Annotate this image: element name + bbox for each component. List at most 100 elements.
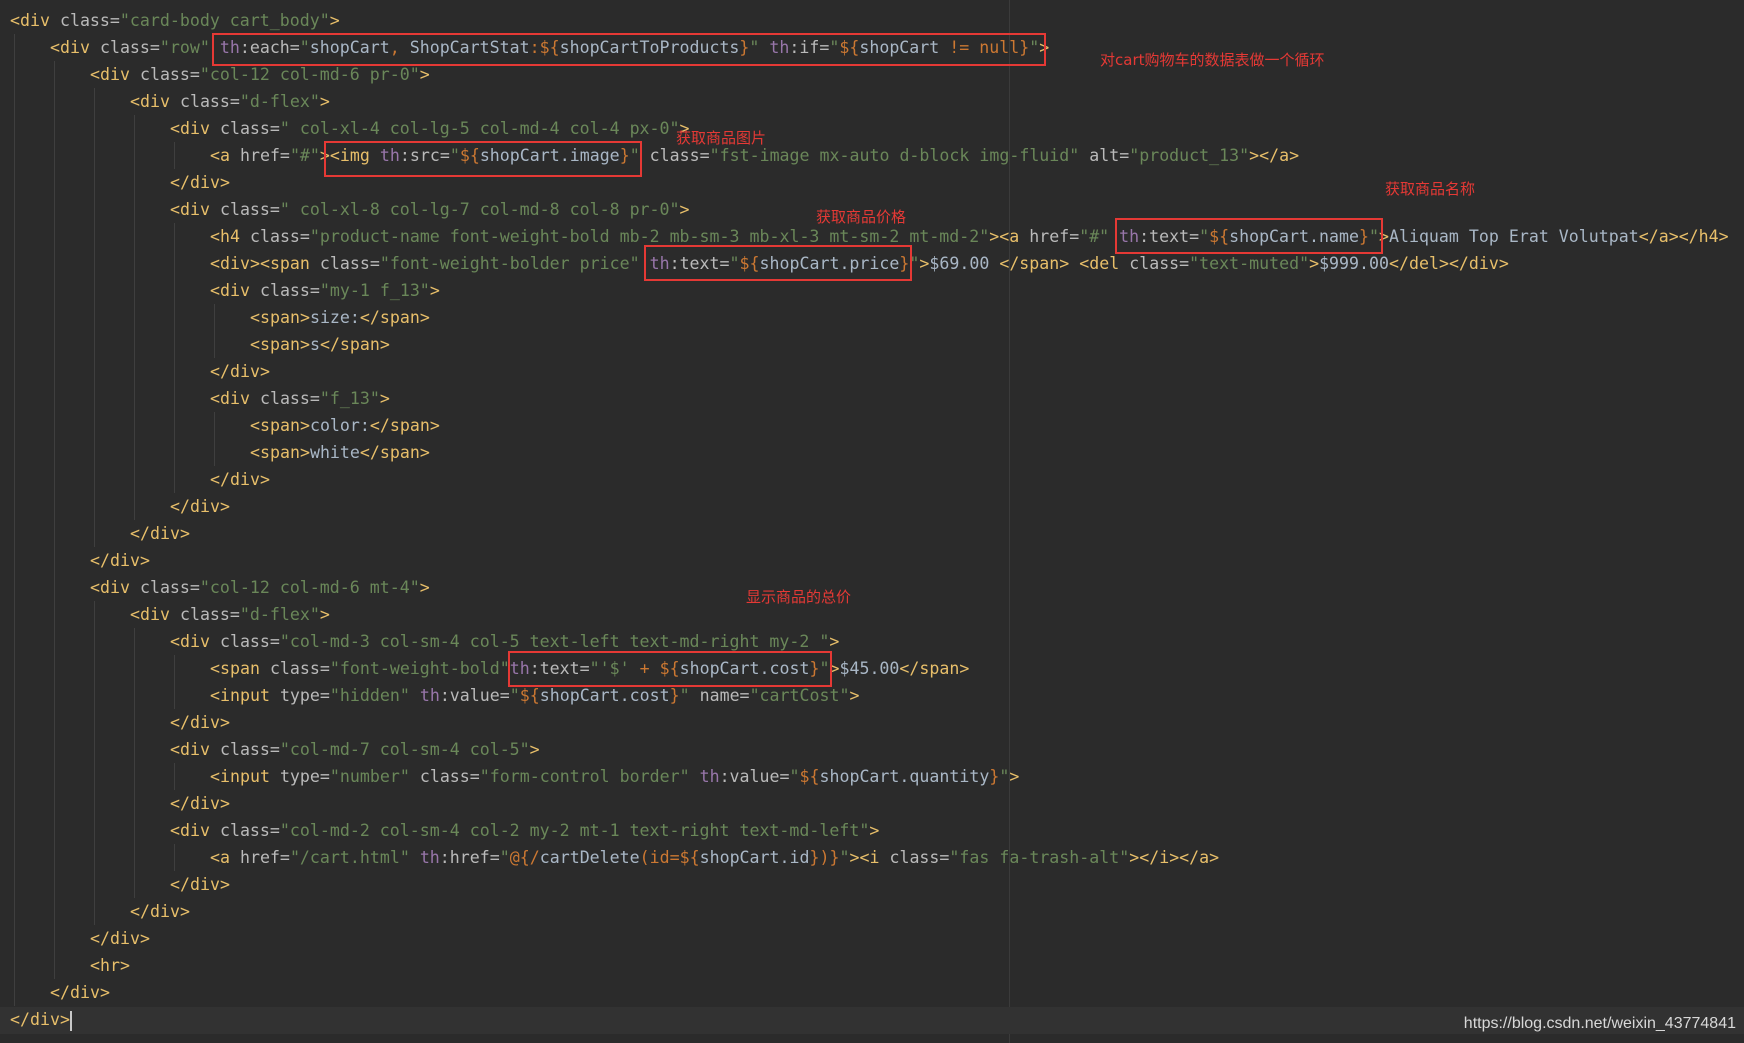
code-line[interactable]: <div class="col-12 col-md-6 mt-4"> bbox=[90, 574, 430, 601]
code-line[interactable]: </div> bbox=[50, 979, 110, 1006]
indent-guide bbox=[14, 277, 15, 304]
code-token: <span> bbox=[250, 443, 310, 462]
code-token: "d-flex" bbox=[239, 605, 320, 624]
indent-guide bbox=[14, 844, 15, 871]
code-line[interactable]: <div class=" col-xl-4 col-lg-5 col-md-4 … bbox=[170, 115, 690, 142]
code-token: Aliquam Top Erat Volutpat bbox=[1388, 227, 1639, 246]
code-line[interactable]: </div> bbox=[170, 709, 230, 736]
indent-guide bbox=[134, 169, 135, 196]
indent-guide bbox=[54, 736, 55, 763]
code-token: (id=${ bbox=[639, 848, 700, 867]
code-line[interactable]: <div class="f_13"> bbox=[210, 385, 390, 412]
indent-guide bbox=[14, 385, 15, 412]
code-line[interactable]: </div> bbox=[130, 520, 190, 547]
code-token: <span> bbox=[250, 335, 310, 354]
code-line[interactable]: <span>white</span> bbox=[250, 439, 430, 466]
code-editor[interactable]: <div class="card-body cart_body"> <div cl… bbox=[0, 0, 1744, 1043]
code-token: </span> bbox=[999, 254, 1070, 273]
code-line[interactable]: <div class="d-flex"> bbox=[130, 601, 330, 628]
indent-guide bbox=[134, 844, 135, 871]
code-token: > bbox=[319, 605, 330, 624]
indent-guide bbox=[14, 817, 15, 844]
code-line[interactable]: </div> bbox=[10, 1006, 72, 1033]
code-token: > bbox=[1309, 254, 1320, 273]
indent-guide bbox=[14, 196, 15, 223]
code-line[interactable]: <span>s</span> bbox=[250, 331, 390, 358]
code-token: class= bbox=[639, 146, 710, 165]
code-token: </div> bbox=[90, 929, 150, 948]
code-line[interactable]: <div class="card-body cart_body"> bbox=[10, 7, 340, 34]
code-token: "font-weight-bolder price" bbox=[379, 254, 650, 273]
code-token: "cartCost" bbox=[749, 686, 850, 705]
indent-guide bbox=[134, 385, 135, 412]
code-line[interactable]: </div> bbox=[170, 169, 230, 196]
code-token: "col-md-3 col-sm-4 col-5 text-left text-… bbox=[279, 632, 830, 651]
indent-guide bbox=[214, 412, 215, 439]
code-token: <input bbox=[210, 767, 270, 786]
indent-guide bbox=[94, 358, 95, 385]
code-token: " col-xl-8 col-lg-7 col-md-8 col-8 pr-0" bbox=[279, 200, 680, 219]
indent-guide bbox=[14, 493, 15, 520]
code-token: > bbox=[319, 92, 330, 111]
code-line[interactable]: <hr> bbox=[90, 952, 130, 979]
indent-guide bbox=[94, 844, 95, 871]
indent-guide bbox=[94, 871, 95, 898]
code-line[interactable]: <div class="my-1 f_13"> bbox=[210, 277, 440, 304]
indent-guide bbox=[134, 871, 135, 898]
code-token: > bbox=[989, 227, 1000, 246]
code-line[interactable]: </div> bbox=[170, 790, 230, 817]
code-line[interactable]: <input type="number" class="form-control… bbox=[210, 763, 1019, 790]
code-token: "#" bbox=[289, 146, 320, 165]
code-line[interactable]: </div> bbox=[170, 871, 230, 898]
indent-guide bbox=[134, 358, 135, 385]
code-token: type= bbox=[269, 767, 330, 786]
indent-guide bbox=[134, 817, 135, 844]
indent-guide bbox=[54, 439, 55, 466]
code-line[interactable]: </div> bbox=[170, 493, 230, 520]
watermark: https://blog.csdn.net/weixin_43774841 bbox=[1463, 1015, 1736, 1032]
code-token: </div> bbox=[170, 173, 230, 192]
indent-guide bbox=[134, 331, 135, 358]
code-token: ><i bbox=[849, 848, 880, 867]
code-line[interactable]: <span>color:</span> bbox=[250, 412, 440, 439]
indent-guide bbox=[174, 331, 175, 358]
code-token: color: bbox=[309, 416, 370, 435]
code-token: "d-flex" bbox=[239, 92, 320, 111]
indent-guide bbox=[94, 250, 95, 277]
indent-guide bbox=[134, 763, 135, 790]
indent-guide bbox=[134, 790, 135, 817]
code-token: <a bbox=[210, 848, 230, 867]
code-token: class= bbox=[259, 659, 330, 678]
code-line[interactable]: <h4 class="product-name font-weight-bold… bbox=[210, 223, 1729, 250]
code-token: </span> bbox=[359, 443, 430, 462]
code-token: "col-md-7 col-sm-4 col-5" bbox=[279, 740, 530, 759]
code-line[interactable]: <a href="/cart.html" th:href="@{/cartDel… bbox=[210, 844, 1219, 871]
indent-guide bbox=[54, 331, 55, 358]
code-token: </span> bbox=[319, 335, 390, 354]
indent-guide bbox=[54, 520, 55, 547]
indent-guide bbox=[14, 574, 15, 601]
code-token: :value= bbox=[719, 767, 790, 786]
indent-guide bbox=[14, 898, 15, 925]
indent-guide bbox=[14, 115, 15, 142]
code-token: ${ bbox=[799, 767, 820, 786]
indent-guide bbox=[174, 358, 175, 385]
indent-guide bbox=[94, 439, 95, 466]
code-token: class= bbox=[209, 821, 280, 840]
code-line[interactable]: </div> bbox=[130, 898, 190, 925]
code-line[interactable]: </div> bbox=[90, 925, 150, 952]
code-line[interactable]: <div class="col-md-7 col-sm-4 col-5"> bbox=[170, 736, 540, 763]
loop-note: 对cart购物车的数据表做一个循环 bbox=[1100, 51, 1325, 69]
code-token: "col-12 col-md-6 mt-4" bbox=[199, 578, 420, 597]
code-line[interactable]: <div class="d-flex"> bbox=[130, 88, 330, 115]
code-line[interactable]: <span>size:</span> bbox=[250, 304, 430, 331]
code-line[interactable]: </div> bbox=[210, 466, 270, 493]
code-line[interactable]: </div> bbox=[90, 547, 150, 574]
code-token: $45.00 bbox=[839, 659, 900, 678]
image-note: 获取商品图片 bbox=[676, 129, 767, 147]
code-line[interactable]: <div class=" col-xl-8 col-lg-7 col-md-8 … bbox=[170, 196, 690, 223]
code-line[interactable]: </div> bbox=[210, 358, 270, 385]
indent-guide bbox=[174, 304, 175, 331]
code-line[interactable]: <div class="col-md-2 col-sm-4 col-2 my-2… bbox=[170, 817, 879, 844]
code-token: <span> bbox=[250, 416, 310, 435]
